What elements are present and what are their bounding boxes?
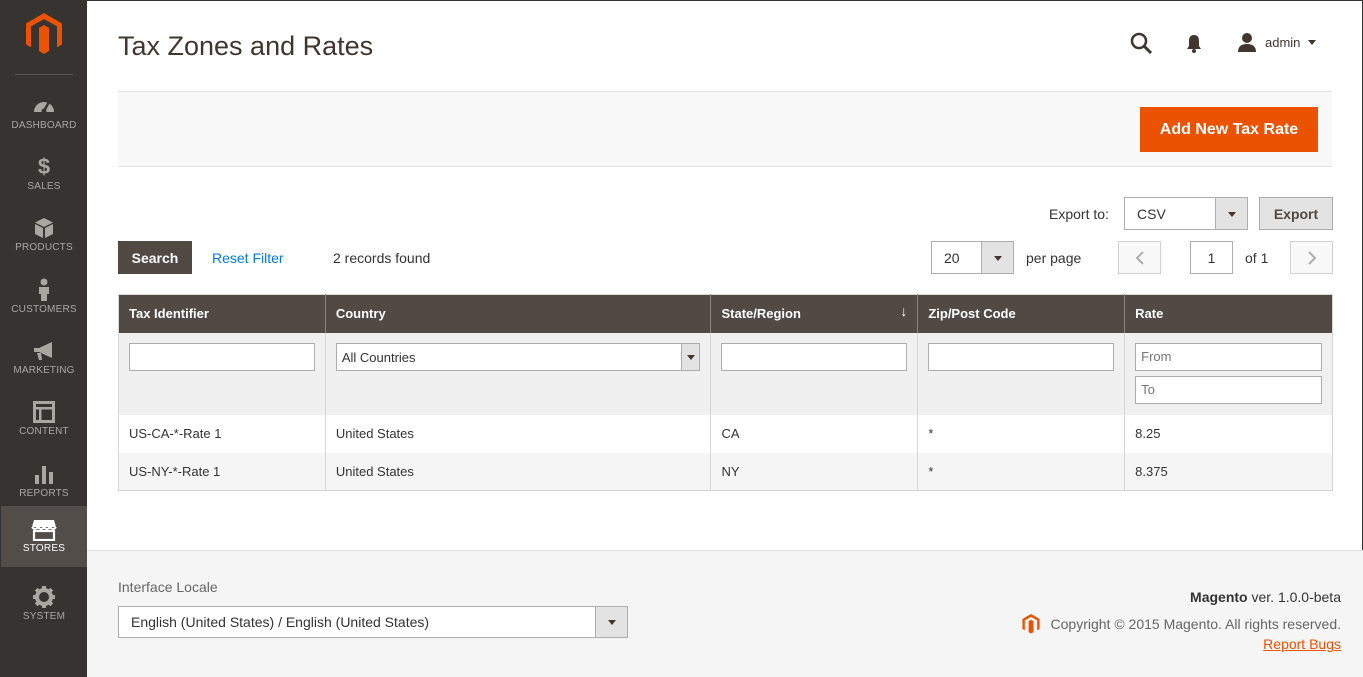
megaphone-icon	[34, 342, 52, 360]
brand-name: Magento	[1190, 589, 1248, 605]
column-header-rate[interactable]: Rate	[1124, 294, 1333, 333]
state-region-cell: NY	[710, 452, 918, 491]
rate-to-filter-input[interactable]	[1135, 375, 1322, 404]
per-page-label: per page	[1026, 250, 1082, 266]
country-filter-value: All Countries	[341, 349, 416, 365]
sidebar-item-marketing[interactable]: MARKETING	[1, 333, 87, 394]
rate-cell: 8.25	[1124, 414, 1333, 453]
next-page-button[interactable]	[1290, 241, 1333, 274]
state-region-cell: CA	[710, 414, 918, 453]
export-button[interactable]: Export	[1259, 197, 1333, 230]
copyright-info: Copyright © 2015 Magento. All rights res…	[1021, 613, 1341, 635]
sidebar-item-dashboard[interactable]: DASHBOARD	[1, 88, 87, 149]
admin-sidebar: DASHBOARD $ SALES PRODUCTS CUSTOMERS MAR…	[1, 1, 87, 677]
page-title: Tax Zones and Rates	[118, 31, 374, 61]
version-info: Magento ver. 1.0.0-beta	[1190, 589, 1341, 605]
records-count: 2 records found	[333, 250, 431, 266]
previous-page-button[interactable]	[1118, 241, 1161, 274]
sidebar-item-label: CUSTOMERS	[11, 304, 77, 315]
export-format-select[interactable]: CSV	[1124, 197, 1248, 230]
dollar-icon: $	[37, 154, 51, 179]
sidebar-item-label: MARKETING	[13, 365, 75, 376]
version-text: ver. 1.0.0-beta	[1251, 589, 1341, 605]
magento-logo-icon	[1021, 614, 1040, 634]
user-menu[interactable]: admin	[1237, 30, 1317, 54]
sidebar-item-content[interactable]: CONTENT	[1, 394, 87, 455]
sidebar-item-label: REPORTS	[19, 488, 69, 499]
sidebar-item-label: SYSTEM	[22, 611, 66, 622]
state-region-filter-input[interactable]	[721, 342, 908, 371]
sort-arrow-down-icon: ↓	[900, 303, 908, 319]
sidebar-item-customers[interactable]: CUSTOMERS	[1, 272, 87, 333]
country-cell: United States	[324, 414, 711, 453]
magento-logo-icon[interactable]	[23, 11, 65, 57]
sidebar-item-stores[interactable]: STORES	[1, 506, 87, 567]
country-filter-select[interactable]: All Countries	[335, 342, 701, 371]
sidebar-item-label: PRODUCTS	[15, 242, 73, 253]
export-format-value: CSV	[1137, 205, 1166, 222]
sidebar-item-products[interactable]: PRODUCTS	[1, 210, 87, 271]
sidebar-item-system[interactable]: SYSTEM	[1, 579, 87, 640]
tax-rates-grid: Tax Identifier Country State/Region ↓ Zip…	[118, 294, 1333, 491]
person-icon	[39, 278, 49, 301]
chevron-down-icon	[1308, 39, 1317, 45]
sidebar-item-label: SALES	[27, 181, 61, 192]
zip-post-code-cell: *	[917, 414, 1125, 453]
sidebar-item-sales[interactable]: $ SALES	[1, 149, 87, 210]
rate-from-filter-input[interactable]	[1135, 342, 1322, 371]
page-number-input[interactable]	[1190, 241, 1233, 274]
chevron-left-icon	[1135, 250, 1144, 265]
bell-icon[interactable]	[1183, 32, 1205, 54]
chevron-right-icon	[1307, 250, 1316, 265]
table-row[interactable]: US-CA-*-Rate 1 United States CA * 8.25	[118, 414, 1333, 453]
column-header-label: State/Region	[721, 306, 801, 322]
sidebar-item-label: STORES	[22, 543, 66, 554]
interface-locale-label: Interface Locale	[118, 579, 218, 595]
box-icon	[35, 218, 53, 238]
chevron-down-icon	[1215, 198, 1247, 229]
column-header-country[interactable]: Country	[324, 294, 711, 333]
logo-divider	[15, 74, 73, 75]
user-name: admin	[1265, 34, 1301, 50]
column-header-tax-identifier[interactable]: Tax Identifier	[118, 294, 326, 333]
interface-locale-value: English (United States) / English (Unite…	[131, 614, 430, 630]
store-icon	[31, 520, 57, 541]
search-button[interactable]: Search	[118, 241, 192, 274]
country-cell: United States	[324, 452, 711, 491]
interface-locale-select[interactable]: English (United States) / English (Unite…	[118, 606, 628, 638]
tax-identifier-cell: US-NY-*-Rate 1	[118, 452, 326, 491]
per-page-select[interactable]: 20	[931, 241, 1014, 274]
column-header-state-region[interactable]: State/Region ↓	[710, 294, 918, 333]
filter-row: All Countries	[118, 332, 1333, 415]
dashboard-icon	[34, 101, 54, 114]
search-icon[interactable]	[1129, 31, 1153, 55]
gear-icon	[33, 586, 55, 608]
sidebar-item-label: CONTENT	[19, 426, 69, 437]
chevron-down-icon	[981, 242, 1013, 273]
per-page-value: 20	[944, 249, 960, 266]
tax-identifier-filter-input[interactable]	[129, 342, 315, 371]
table-row[interactable]: US-NY-*-Rate 1 United States NY * 8.375	[118, 452, 1333, 491]
zip-post-code-cell: *	[917, 452, 1125, 491]
copyright-text: Copyright © 2015 Magento. All rights res…	[1050, 616, 1341, 632]
layout-icon	[33, 401, 55, 423]
add-new-tax-rate-button[interactable]: Add New Tax Rate	[1140, 107, 1318, 152]
export-label: Export to:	[1049, 206, 1109, 222]
sidebar-item-label: DASHBOARD	[11, 120, 77, 131]
chevron-down-icon	[595, 607, 627, 637]
column-header-zip-post-code[interactable]: Zip/Post Code	[917, 294, 1125, 333]
page-total-label: of 1	[1245, 250, 1269, 266]
tax-identifier-cell: US-CA-*-Rate 1	[118, 414, 326, 453]
report-bugs-link[interactable]: Report Bugs	[1263, 636, 1341, 652]
rate-cell: 8.375	[1124, 452, 1333, 491]
bar-chart-icon	[35, 466, 53, 484]
zip-post-code-filter-input[interactable]	[928, 342, 1115, 371]
user-icon	[1238, 33, 1256, 52]
reset-filter-link[interactable]: Reset Filter	[212, 250, 284, 266]
chevron-down-icon	[681, 343, 700, 370]
